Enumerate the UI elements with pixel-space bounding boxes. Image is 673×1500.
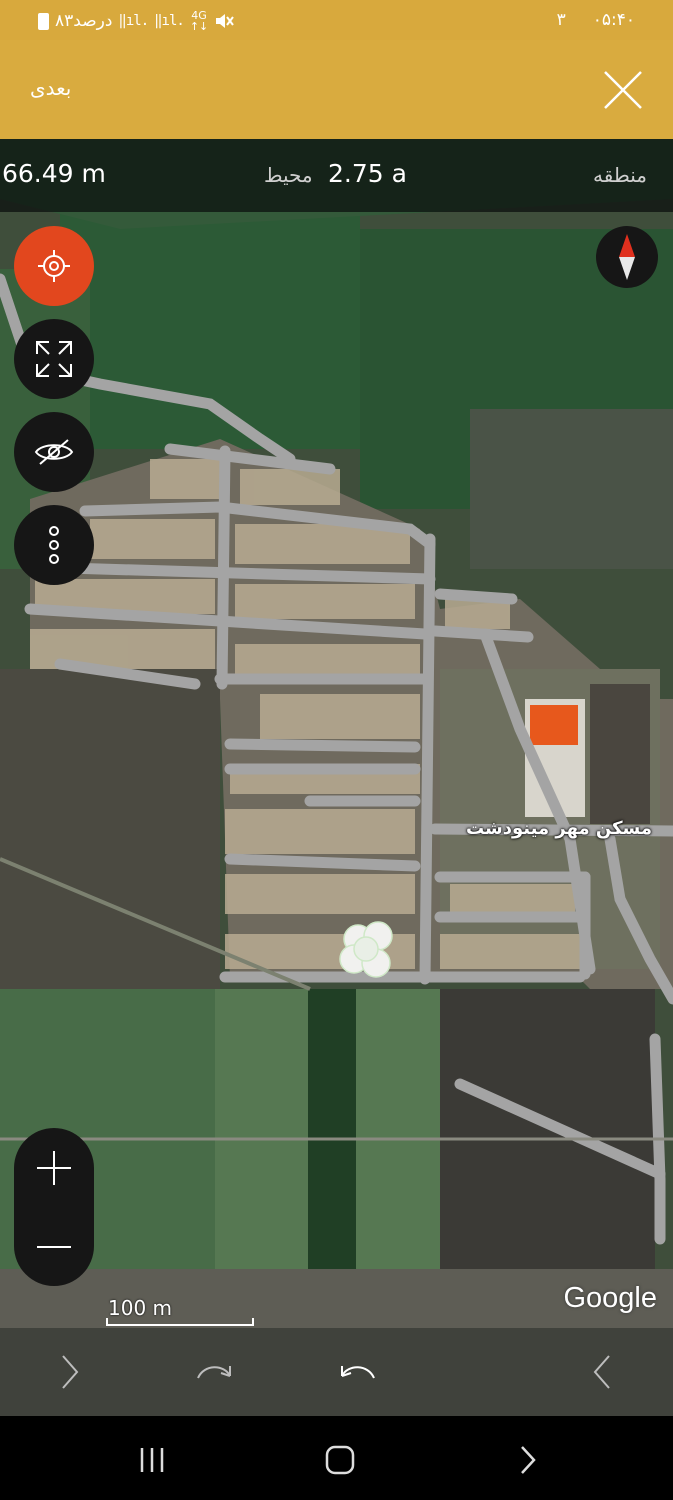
status-right: ۳ ۰۵:۴۰ [557,10,635,30]
satellite-imagery [0,139,673,1416]
system-back-button[interactable] [506,1438,550,1482]
undo-button[interactable] [336,1350,380,1394]
mute-icon [216,14,235,28]
battery-icon [38,12,49,30]
expand-icon [36,341,72,377]
system-navigation-bar [0,1416,673,1500]
battery-percentage: ۸۳درصد [55,11,113,31]
visibility-toggle-button[interactable] [14,412,94,492]
area-label: منطقه [593,163,647,187]
chevron-right-icon [62,1355,79,1389]
area-value: 2.75 a [328,159,407,188]
app-bar: بعدی [0,40,673,139]
close-icon[interactable] [603,70,643,110]
home-icon [325,1445,355,1475]
clock: ۰۵:۴۰ [592,10,635,30]
back-button[interactable] [580,1350,624,1394]
fullscreen-button[interactable] [14,319,94,399]
google-attribution: Google [563,1282,657,1314]
status-left: ۸۳درصد ‖ıl. ‖ıl. 4G ↑↓ [38,9,235,33]
perimeter-label: محیط [264,163,313,187]
crosshair-icon [38,250,70,282]
network-type: 4G ↑↓ [189,9,209,33]
zoom-control [14,1128,94,1286]
plus-icon [37,1150,71,1185]
zoom-in-button[interactable] [14,1128,94,1207]
minus-icon [37,1245,71,1248]
chevron-right-icon [521,1446,536,1474]
eye-off-icon [34,439,74,465]
forward-button[interactable] [48,1350,92,1394]
more-vertical-icon [49,526,59,564]
redo-icon [197,1366,231,1379]
measurement-bar: 66.49 m محیط 2.75 a منطقه [0,139,673,212]
scale-line [106,1318,254,1326]
scale-bar: 100 m [106,1296,254,1326]
perimeter-value: 66.49 m [2,159,106,188]
locate-button[interactable] [14,226,94,306]
chevron-left-icon [593,1355,610,1389]
status-bar: ۸۳درصد ‖ıl. ‖ıl. 4G ↑↓ ۳ ۰۵:۴۰ [0,0,673,40]
next-button[interactable]: بعدی [30,76,71,100]
zoom-out-button[interactable] [14,1207,94,1286]
redo-button[interactable] [192,1350,236,1394]
recent-apps-icon [140,1448,164,1472]
scale-label: 100 m [108,1296,173,1320]
home-button[interactable] [318,1438,362,1482]
more-options-button[interactable] [14,505,94,585]
signal-icon-2: ‖ıl. [154,13,185,29]
notification-count: ۳ [556,10,566,30]
place-label: مسکن مهر مینودشت [466,818,653,839]
compass-button[interactable] [596,226,658,288]
recent-apps-button[interactable] [130,1438,174,1482]
map-view[interactable] [0,139,673,1416]
compass-icon [619,234,635,280]
edit-toolbar [0,1328,673,1416]
signal-icon: ‖ıl. [118,13,149,29]
undo-icon [341,1366,375,1379]
